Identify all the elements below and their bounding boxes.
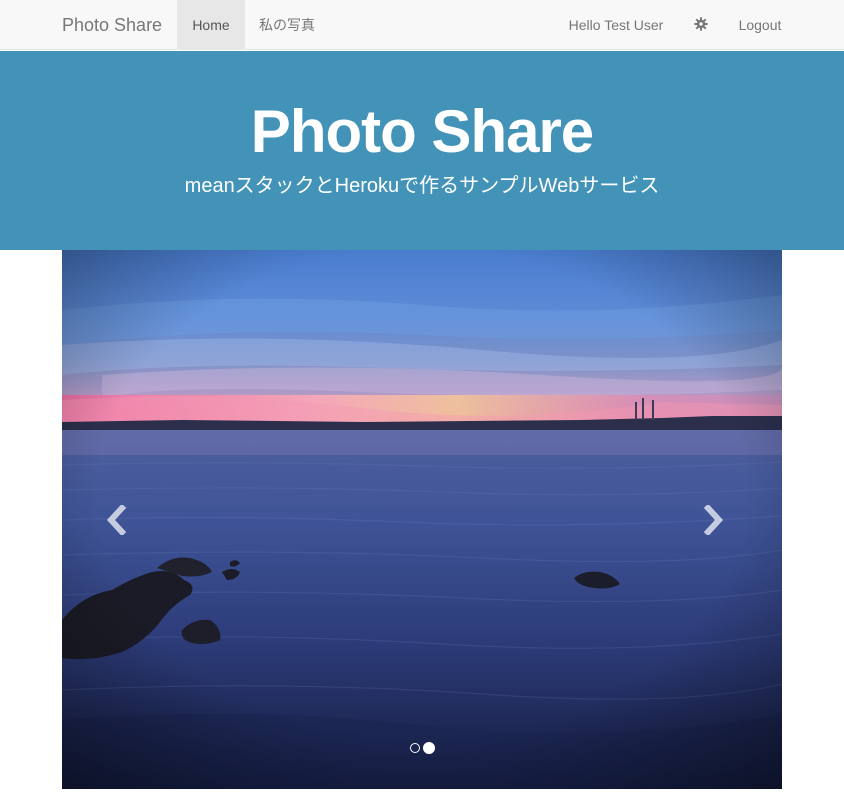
carousel-next-button[interactable] [684,490,744,550]
page-title: Photo Share [250,98,594,165]
carousel-indicator-1[interactable] [409,743,420,753]
nav-item-home[interactable]: Home [177,0,245,50]
hero-banner: Photo Share meanスタックとHerokuで作るサンプルWebサービ… [0,51,844,250]
gear-icon [694,17,708,31]
photo-carousel [62,250,782,789]
settings-button[interactable] [686,0,716,50]
carousel-prev-button[interactable] [86,490,146,550]
nav-item-my-photos[interactable]: 私の写真 [245,0,329,50]
chevron-right-icon [703,505,724,535]
page-subtitle: meanスタックとHerokuで作るサンプルWebサービス [184,175,660,197]
top-navbar: Photo Share Home 私の写真 Hello Test User Lo… [0,0,844,50]
carousel-indicators [62,740,782,756]
carousel-indicator-2[interactable] [422,742,435,754]
user-greeting-link[interactable]: Hello Test User [556,0,676,50]
brand-link[interactable]: Photo Share [62,0,162,50]
logout-link[interactable]: Logout [727,0,793,50]
slide-photo [62,250,782,789]
chevron-left-icon [106,505,127,535]
